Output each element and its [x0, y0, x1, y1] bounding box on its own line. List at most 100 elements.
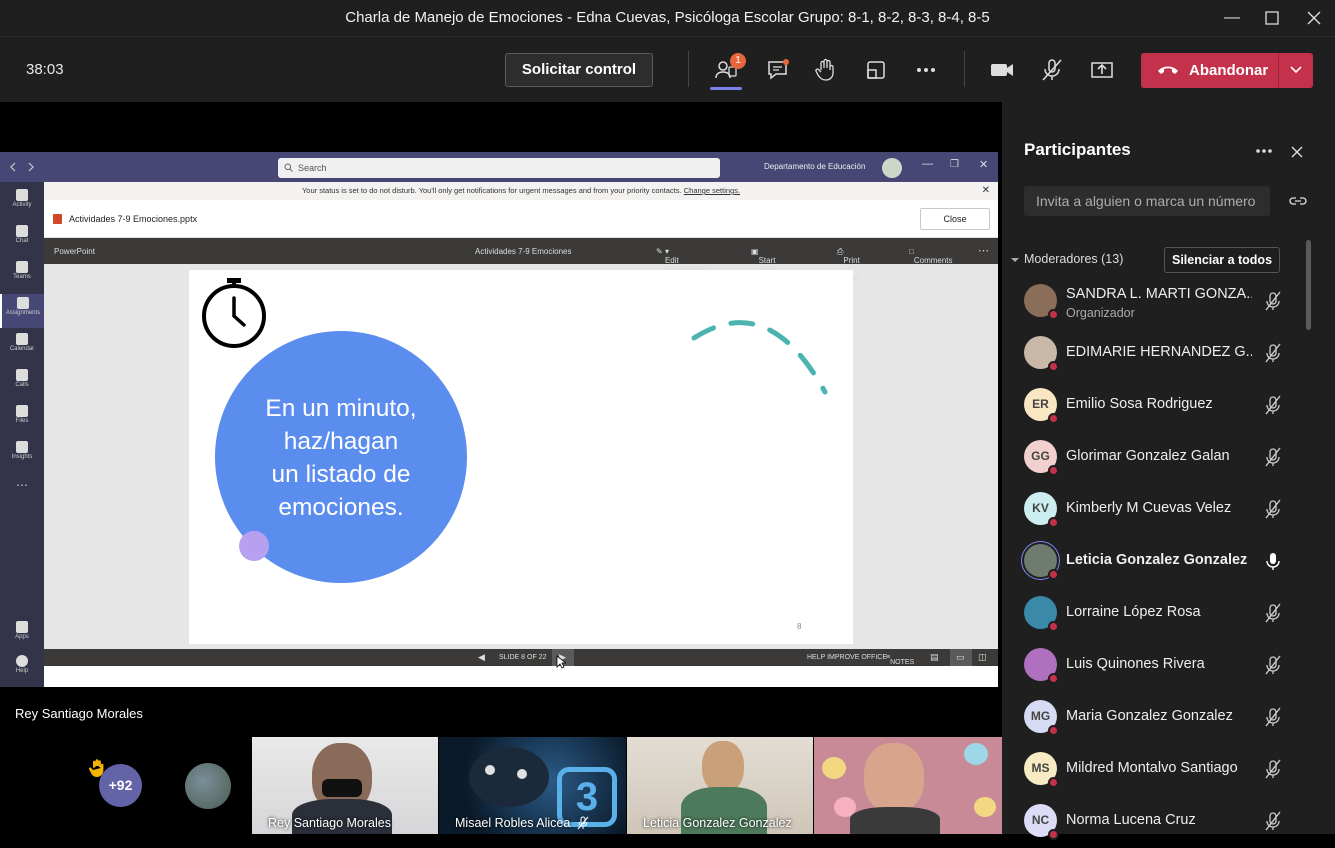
raise-hand-icon[interactable]	[812, 56, 840, 84]
decor-heart	[822, 757, 846, 779]
rail-item-activity[interactable]: Activity	[0, 186, 44, 220]
teams-restore-icon[interactable]: ❐	[950, 159, 959, 170]
participant-row[interactable]: Luis Quinones Rivera	[1020, 640, 1302, 692]
video-tile[interactable]	[814, 737, 1002, 834]
participant-avatar[interactable]	[185, 763, 231, 809]
mic-muted-icon[interactable]	[1262, 602, 1284, 624]
panel-scrollbar[interactable]	[1306, 240, 1311, 330]
collapse-chevron-icon[interactable]	[1010, 255, 1020, 265]
file-name: Actividades 7-9 Emociones.pptx	[69, 214, 198, 224]
video-avatar-eye	[517, 769, 527, 779]
chevron-down-icon[interactable]	[1289, 65, 1303, 75]
mic-muted-icon[interactable]	[1262, 446, 1284, 468]
comments-button[interactable]: □ Comments	[909, 247, 953, 265]
participant-row[interactable]: Lorraine López Rosa	[1020, 588, 1302, 640]
mute-all-button[interactable]: Silenciar a todos	[1164, 247, 1280, 273]
prev-slide-icon[interactable]: ◀	[478, 652, 485, 663]
help-improve-link[interactable]: HELP IMPROVE OFFICE	[807, 654, 887, 661]
forward-arrow-icon[interactable]	[26, 162, 36, 172]
participant-row[interactable]: NC Norma Lucena Cruz	[1020, 796, 1302, 848]
window-titlebar: Charla de Manejo de Emociones - Edna Cue…	[0, 0, 1335, 36]
rail-item-files[interactable]: Files	[0, 402, 44, 436]
rail-item-insights[interactable]: Insights	[0, 438, 44, 472]
org-name[interactable]: Departamento de Educación	[764, 162, 865, 171]
normal-view-icon[interactable]: ▤	[930, 652, 939, 663]
mic-muted-icon[interactable]	[1262, 810, 1284, 832]
toolbar-divider	[688, 51, 689, 87]
leave-button[interactable]: Abandonar	[1141, 53, 1313, 88]
rail-label: Apps	[15, 634, 29, 640]
participant-row[interactable]: KV Kimberly M Cuevas Velez	[1020, 484, 1302, 536]
mic-muted-icon[interactable]	[1038, 56, 1066, 84]
mic-muted-icon[interactable]	[1262, 758, 1284, 780]
rail-item-calls[interactable]: Calls	[0, 366, 44, 400]
rail-label: Activity	[12, 202, 32, 208]
participant-row[interactable]: EDIMARIE HERNANDEZ G...	[1020, 328, 1302, 380]
copy-link-icon[interactable]	[1288, 194, 1308, 208]
rail-item-help[interactable]: Help	[0, 652, 44, 686]
participant-row[interactable]: MS Mildred Montalvo Santiago	[1020, 744, 1302, 796]
ppt-more-icon[interactable]: ⋯	[978, 244, 989, 257]
back-arrow-icon[interactable]	[8, 162, 18, 172]
rail-item-calendar[interactable]: Calendar	[0, 330, 44, 364]
mic-muted-icon[interactable]	[1262, 342, 1284, 364]
edit-presentation-button[interactable]: ✎ Edit Presentation ▾	[656, 247, 710, 274]
camera-icon[interactable]	[988, 56, 1016, 84]
request-control-button[interactable]: Solicitar control	[505, 53, 653, 87]
participant-name: Leticia Gonzalez Gonzalez	[1066, 552, 1248, 568]
close-window-icon[interactable]	[1302, 6, 1326, 30]
overflow-participants-button[interactable]: +92	[99, 764, 142, 807]
video-tile[interactable]: 3 Misael Robles Alicea	[439, 737, 626, 834]
change-settings-link[interactable]: Change settings.	[684, 186, 740, 195]
reading-view-icon[interactable]: ▭	[956, 652, 965, 663]
start-slideshow-button[interactable]: ▣ Start Slide Show	[751, 247, 779, 283]
rail-label: Calls	[15, 382, 29, 388]
teams-minimize-icon[interactable]: —	[922, 158, 933, 170]
minimize-icon[interactable]: —	[1220, 6, 1244, 30]
rail-item-apps[interactable]: Apps	[0, 618, 44, 652]
close-file-button[interactable]: Close	[920, 208, 990, 230]
video-tile[interactable]: Leticia Gonzalez Gonzalez	[627, 737, 813, 834]
participant-name: SANDRA L. MARTI GONZA...	[1066, 286, 1252, 302]
notes-toggle[interactable]: ≡ NOTES	[886, 654, 914, 666]
invite-input[interactable]: Invita a alguien o marca un número	[1024, 186, 1270, 216]
notice-close-icon[interactable]: ✕	[982, 182, 990, 200]
panel-close-icon[interactable]	[1290, 145, 1304, 159]
mic-muted-icon[interactable]	[1262, 394, 1284, 416]
participant-row[interactable]: Leticia Gonzalez Gonzalez	[1020, 536, 1302, 588]
rooms-icon[interactable]	[862, 56, 890, 84]
meeting-toolbar: 38:03 Solicitar control 1 Abandonar	[0, 36, 1335, 102]
mic-muted-icon[interactable]	[1262, 498, 1284, 520]
panel-more-icon[interactable]	[1254, 146, 1274, 156]
rail-item-teams[interactable]: Teams	[0, 258, 44, 292]
chat-icon[interactable]	[764, 56, 792, 84]
rail-item-assignments[interactable]: Assignments	[0, 294, 44, 328]
ppt-doc-name: Actividades 7-9 Emociones	[475, 247, 572, 256]
more-actions-icon[interactable]	[912, 56, 940, 84]
mic-muted-icon[interactable]	[1262, 706, 1284, 728]
participant-row[interactable]: ER Emilio Sosa Rodriguez	[1020, 380, 1302, 432]
mic-muted-icon[interactable]	[1262, 654, 1284, 676]
participants-icon[interactable]: 1	[710, 53, 746, 90]
rail-more-icon[interactable]: ⋯	[0, 478, 44, 512]
maximize-icon[interactable]	[1260, 6, 1284, 30]
participant-row[interactable]: MG Maria Gonzalez Gonzalez	[1020, 692, 1302, 744]
slide-page-number: 8	[797, 622, 802, 631]
participant-row[interactable]: GG Glorimar Gonzalez Galan	[1020, 432, 1302, 484]
share-screen-icon[interactable]	[1088, 56, 1116, 84]
teams-close-icon[interactable]: ✕	[979, 158, 988, 171]
slide-purple-dot	[239, 531, 269, 561]
teams-user-avatar[interactable]	[882, 158, 902, 178]
hangup-icon	[1158, 66, 1178, 74]
teams-search-input[interactable]: Search	[278, 158, 720, 178]
mic-muted-icon[interactable]	[1262, 290, 1284, 312]
print-pdf-button[interactable]: ⎙ Print to PDF	[837, 247, 860, 283]
file-icon	[16, 405, 28, 417]
mic-on-icon[interactable]	[1262, 550, 1284, 572]
rail-item-chat[interactable]: Chat	[0, 222, 44, 256]
video-tile[interactable]: Rey Santiago Morales	[252, 737, 438, 834]
slideshow-view-icon[interactable]: ◫	[978, 652, 987, 663]
teams-app-rail: Activity Chat Teams Assignments Calendar…	[0, 182, 44, 687]
participant-row[interactable]: SANDRA L. MARTI GONZA... Organizador	[1020, 276, 1302, 328]
moderators-section-label[interactable]: Moderadores (13)	[1024, 252, 1123, 266]
